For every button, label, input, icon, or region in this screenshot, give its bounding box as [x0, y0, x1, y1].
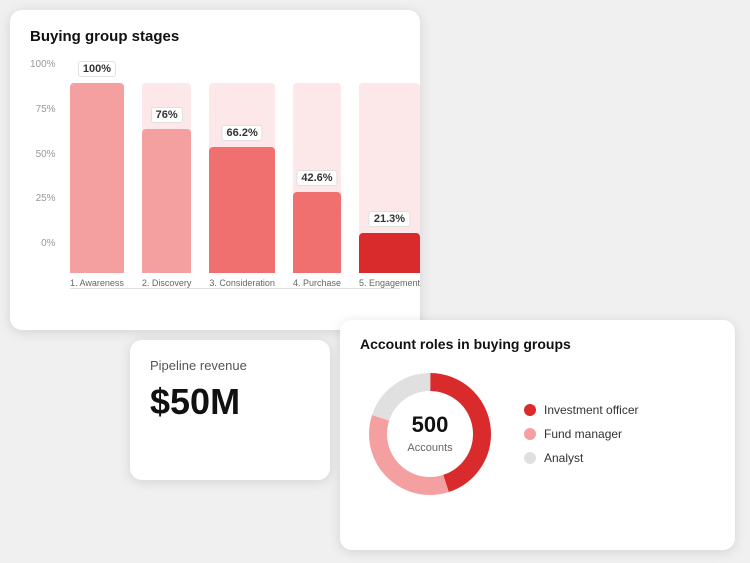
- donut-number: 500: [407, 412, 452, 438]
- legend: Investment officer Fund manager Analyst: [524, 403, 639, 465]
- bar-pct-label: 76%: [151, 107, 183, 123]
- bar-bg: 42.6%: [293, 83, 341, 273]
- donut-sub: Accounts: [407, 442, 452, 454]
- bar-bg: 66.2%: [209, 83, 275, 273]
- legend-item: Investment officer: [524, 403, 639, 417]
- roles-title: Account roles in buying groups: [360, 336, 715, 352]
- legend-item: Fund manager: [524, 427, 639, 441]
- legend-label: Fund manager: [544, 427, 622, 441]
- bar-pct-label: 66.2%: [222, 125, 263, 141]
- bar-group: 42.6% 4. Purchase: [293, 83, 341, 288]
- legend-label: Analyst: [544, 451, 583, 465]
- bar-group: 76% 2. Discovery: [142, 83, 192, 288]
- stages-card: Buying group stages 100% 75% 50% 25% 0% 100%…: [10, 10, 420, 330]
- bar-x-label: 5. Engagement: [359, 278, 420, 288]
- bar-fill: 76%: [142, 129, 192, 273]
- legend-label: Investment officer: [544, 403, 639, 417]
- bar-group: 100% 1. Awareness: [70, 83, 124, 288]
- bar-chart: 100% 75% 50% 25% 0% 100% 1. Awareness 76% 2. Di…: [30, 59, 400, 289]
- bar-fill: 100%: [70, 83, 124, 273]
- donut-center: 500 Accounts: [407, 412, 452, 456]
- bar-x-label: 1. Awareness: [70, 278, 124, 288]
- roles-content: 500 Accounts Investment officer Fund mana…: [360, 364, 715, 504]
- bar-x-label: 3. Consideration: [209, 278, 275, 288]
- bar-bg: 76%: [142, 83, 192, 273]
- legend-dot: [524, 404, 536, 416]
- bar-pct-label: 21.3%: [369, 211, 410, 227]
- y-axis-label: 75%: [36, 104, 56, 115]
- bar-pct-label: 100%: [78, 61, 116, 77]
- stages-title: Buying group stages: [30, 28, 400, 45]
- bar-group: 21.3% 5. Engagement: [359, 83, 420, 288]
- y-axis-label: 100%: [30, 59, 56, 70]
- legend-item: Analyst: [524, 451, 639, 465]
- y-axis: 100% 75% 50% 25% 0%: [30, 59, 62, 249]
- bar-bg: 100%: [70, 83, 124, 273]
- pipeline-label: Pipeline revenue: [150, 358, 310, 373]
- pipeline-card: Pipeline revenue $50M: [130, 340, 330, 480]
- bar-x-label: 4. Purchase: [293, 278, 341, 288]
- bar-bg: 21.3%: [359, 83, 420, 273]
- roles-card: Account roles in buying groups 500 Accou…: [340, 320, 735, 550]
- donut-chart: 500 Accounts: [360, 364, 500, 504]
- bar-fill: 66.2%: [209, 147, 275, 273]
- y-axis-label: 25%: [36, 193, 56, 204]
- y-axis-label: 50%: [36, 149, 56, 160]
- legend-dot: [524, 428, 536, 440]
- bar-fill: 42.6%: [293, 192, 341, 273]
- bars-container: 100%1. Awareness76%2. Discovery66.2%3. C…: [70, 99, 400, 289]
- bar-x-label: 2. Discovery: [142, 278, 192, 288]
- bar-group: 66.2% 3. Consideration: [209, 83, 275, 288]
- legend-dot: [524, 452, 536, 464]
- bar-fill: 21.3%: [359, 233, 420, 273]
- y-axis-label: 0%: [41, 238, 55, 249]
- bar-pct-label: 42.6%: [296, 170, 337, 186]
- pipeline-value: $50M: [150, 381, 310, 423]
